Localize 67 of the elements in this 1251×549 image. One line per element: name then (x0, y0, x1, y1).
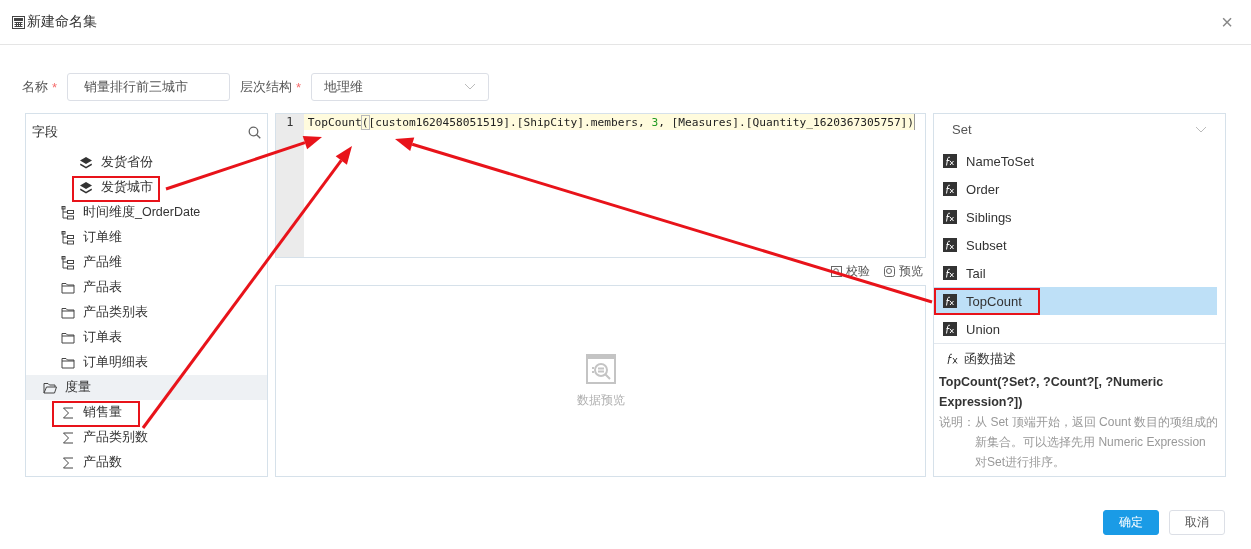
validate-icon (831, 266, 843, 277)
function-icon (943, 154, 958, 168)
function-item[interactable]: Tail (934, 259, 1217, 287)
name-input[interactable]: 销量排行前三城市 (67, 73, 231, 101)
note-label: 说明： (939, 414, 976, 431)
tree-item[interactable]: 发货省份 (26, 150, 268, 175)
hierarchy-icon (61, 255, 75, 270)
function-item[interactable]: NameToSet (934, 147, 1217, 175)
tree-item[interactable]: 产品维 (26, 250, 268, 275)
function-item[interactable]: Siblings (934, 203, 1217, 231)
layers-icon (79, 155, 93, 170)
close-button[interactable]: × (1215, 10, 1239, 34)
required-mark: * (52, 79, 58, 95)
sigma-icon (61, 405, 75, 420)
tree-item[interactable]: 产品数 (26, 450, 268, 475)
note-text: 从 Set 顶端开始，返回 Count 数目的项组成的新集合。可以选择先用 Numeric Expression 对Set进行排序。 (975, 414, 1219, 471)
function-item[interactable]: Subset (934, 231, 1217, 259)
function-icon (943, 266, 958, 280)
sigma-icon (61, 455, 75, 470)
search-icon[interactable] (248, 125, 262, 139)
tree-item[interactable]: 订单维 (26, 225, 268, 250)
description-title: 函数描述 (964, 350, 1017, 368)
tree-item[interactable]: 度量 (26, 375, 268, 400)
tree-item[interactable]: 发货城市 (26, 175, 268, 200)
function-item[interactable]: TopCount (934, 287, 1217, 315)
tree-item[interactable]: 产品类别表 (26, 300, 268, 325)
chevron-down-icon (1195, 125, 1207, 134)
cancel-button[interactable]: 取消 (1169, 510, 1225, 535)
open-folder-icon (43, 380, 57, 395)
function-signature: TopCount(?Set?, ?Count?[, ?Numeric Expression?]) (939, 374, 1165, 411)
code-editor[interactable]: 1 TopCount([custom1620458051519].[ShipCity].members, 3, [Measures].[Quantity_1620367305757]) (275, 113, 927, 258)
required-mark: * (296, 79, 302, 95)
category-select[interactable]: Set (934, 114, 1217, 145)
sigma-icon (61, 430, 75, 445)
function-icon (943, 294, 958, 308)
hierarchy-select[interactable]: 地理维 (311, 73, 490, 101)
tree-item[interactable]: 产品表 (26, 275, 268, 300)
hierarchy-icon (61, 230, 75, 245)
function-icon (943, 238, 958, 252)
preview-button[interactable]: 预览 (884, 263, 924, 280)
function-item[interactable]: Order (934, 175, 1217, 203)
empty-preview-text: 数据预览 (576, 391, 625, 409)
folder-icon (61, 305, 75, 320)
folder-icon (61, 280, 75, 295)
function-icon (943, 182, 958, 196)
preview-icon (884, 266, 896, 277)
validate-button[interactable]: 校验 (831, 263, 871, 280)
folder-icon (61, 330, 75, 345)
tree-item[interactable]: 产品类别数 (26, 425, 268, 450)
function-icon (943, 322, 958, 336)
hierarchy-label: 层次结构 (240, 78, 293, 96)
window-title: 新建命名集 (27, 13, 98, 31)
hierarchy-icon (61, 205, 75, 220)
function-icon (943, 210, 958, 224)
chevron-down-icon (464, 83, 477, 91)
tree-item[interactable]: 订单明细表 (26, 350, 268, 375)
calculator-icon (12, 15, 25, 29)
data-preview-icon (585, 353, 616, 384)
tree-item[interactable]: 销售量 (26, 400, 268, 425)
folder-icon (61, 355, 75, 370)
name-label: 名称 (22, 78, 48, 96)
tree-item[interactable]: 时间维度_OrderDate (26, 200, 268, 225)
function-item[interactable]: Union (934, 315, 1217, 343)
panel-title: 字段 (32, 123, 58, 141)
line-number: 1 (286, 115, 294, 129)
tree-item[interactable]: 订单表 (26, 325, 268, 350)
layers-icon (79, 180, 93, 195)
